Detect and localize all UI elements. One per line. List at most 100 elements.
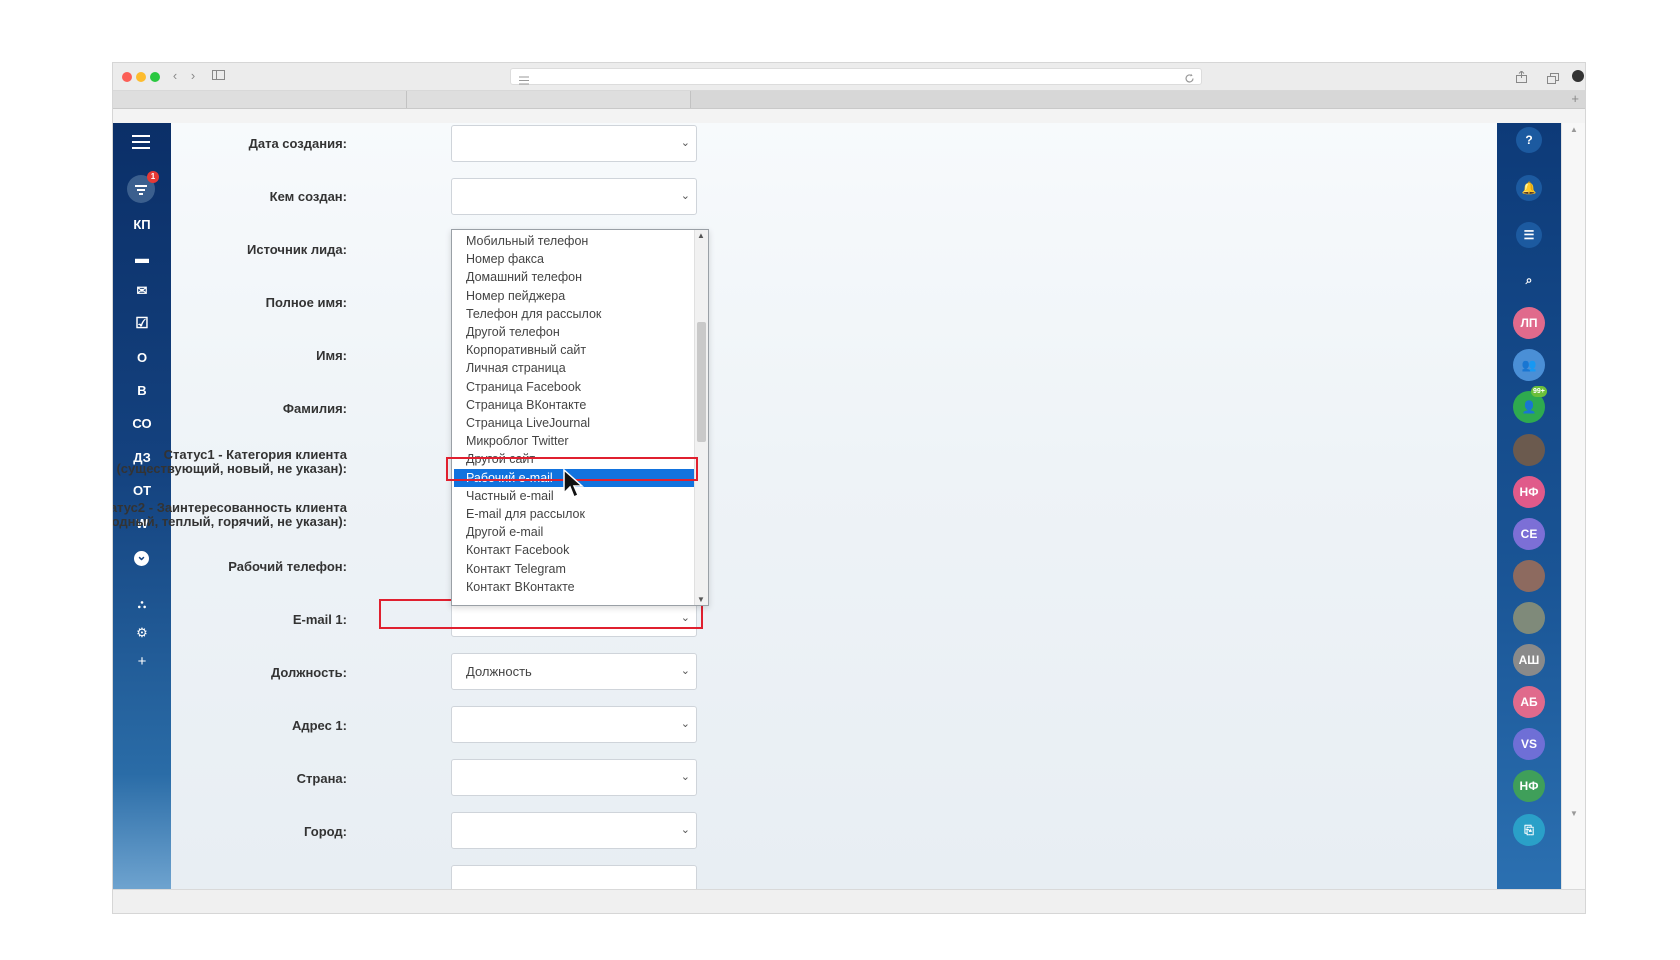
dropdown-option[interactable]: Номер факса xyxy=(454,250,695,268)
dropdown-option[interactable]: Домашний телефон xyxy=(454,268,695,286)
right-sidebar-label: 👤 xyxy=(1521,400,1537,414)
chevron-down-circle-icon[interactable]: ⌄ xyxy=(134,550,149,566)
user-photo-icon[interactable] xyxy=(1513,560,1545,592)
avatar-icon[interactable]: НФ xyxy=(1513,476,1545,508)
dropdown-option[interactable]: Мобильный телефон xyxy=(454,232,695,250)
right-sidebar-label: СЕ xyxy=(1520,527,1538,541)
user-photo-icon[interactable] xyxy=(1513,602,1545,634)
avatar-icon[interactable]: СЕ xyxy=(1513,518,1545,550)
created-date-select[interactable]: ⌄ xyxy=(451,125,697,162)
gear-icon[interactable]: ⚙ xyxy=(113,623,171,643)
dropdown-option[interactable]: Другой телефон xyxy=(454,323,695,341)
sidebar-item-o[interactable]: О xyxy=(113,348,171,368)
dropdown-option[interactable]: Микроблог Twitter xyxy=(454,432,695,450)
created-by-select[interactable]: ⌄ xyxy=(451,178,697,215)
field-label: Должность: xyxy=(270,665,347,680)
tabs-icon[interactable] xyxy=(1547,71,1559,89)
mail-icon[interactable]: ✉ xyxy=(113,281,171,301)
field-label: Город: xyxy=(304,824,347,839)
back-button[interactable]: ‹ xyxy=(169,69,181,83)
select-value: Должность xyxy=(466,664,532,679)
field-label: (существующий, новый, не указан): xyxy=(116,461,347,476)
card-icon[interactable]: ▬ xyxy=(113,248,171,268)
chevron-down-icon: ⌄ xyxy=(680,771,690,783)
chevron-down-icon: ⌄ xyxy=(680,665,690,677)
address-select[interactable]: ⌄ xyxy=(451,706,697,743)
notes-icon[interactable]: ⎘ xyxy=(1513,814,1545,846)
contacts-icon[interactable]: 👤 99+ xyxy=(1513,386,1547,423)
crm-app: 1 КП ▬ ✉ ☑ О В СО ДЗ ОТ W ⌄ ⛬ ⚙ + Дата с… xyxy=(113,123,1585,889)
avatar-icon[interactable]: ЛП xyxy=(1513,307,1545,339)
new-tab-icon[interactable]: + xyxy=(1571,91,1579,106)
dropdown-option[interactable]: Личная страница xyxy=(454,359,695,377)
org-structure-icon[interactable]: ⛬ xyxy=(113,594,171,614)
field-label: Кем создан: xyxy=(269,189,347,204)
field-label: Фамилия: xyxy=(282,401,347,416)
dropdown-scrollbar[interactable]: ▲ ▼ xyxy=(694,230,708,605)
sidebar-item-ot[interactable]: ОТ xyxy=(113,481,171,501)
scroll-down-icon[interactable]: ▼ xyxy=(1570,809,1578,818)
dropdown-option[interactable]: Контакт Telegram xyxy=(454,560,695,578)
filter-icon[interactable]: 1 xyxy=(127,171,159,203)
scroll-up-icon[interactable]: ▲ xyxy=(1570,125,1578,134)
scroll-thumb[interactable] xyxy=(697,322,706,442)
forward-button[interactable]: › xyxy=(187,69,199,83)
sidebar-item-kp[interactable]: КП xyxy=(113,215,171,235)
search-icon[interactable]: ⌕ xyxy=(1513,264,1545,296)
chevron-down-icon: ⌄ xyxy=(680,824,690,836)
dropdown-option[interactable]: Страница Facebook xyxy=(454,378,695,396)
user-photo-icon[interactable] xyxy=(1513,434,1545,466)
city-select[interactable]: ⌄ xyxy=(451,812,697,849)
checkbox-icon[interactable]: ☑ xyxy=(113,314,171,334)
field-label: (холодный, теплый, горячий, не указан): xyxy=(113,514,347,529)
right-sidebar-label: VS xyxy=(1520,737,1537,751)
right-sidebar-label: 🔔 xyxy=(1521,181,1537,195)
menu-icon[interactable] xyxy=(132,135,150,154)
position-select[interactable]: Должность ⌄ xyxy=(451,653,697,690)
count-badge: 99+ xyxy=(1531,386,1547,397)
right-sidebar-label: НФ xyxy=(1519,779,1539,793)
bell-icon[interactable]: 🔔 xyxy=(1516,175,1542,201)
right-sidebar-label: ⌕ xyxy=(1525,273,1533,287)
dropdown-option[interactable]: Контакт Facebook xyxy=(454,541,695,559)
tab-1[interactable] xyxy=(113,91,407,108)
reload-icon[interactable] xyxy=(1184,71,1195,89)
avatar-icon[interactable]: АБ xyxy=(1513,686,1545,718)
right-sidebar: ? 🔔 ☰ ⌕ ЛП 👥 👤 99+ НФ СЕ АШ АБ VS НФ ⎘ xyxy=(1497,123,1561,889)
address-bar[interactable] xyxy=(510,68,1202,85)
help-icon[interactable]: ? xyxy=(1516,127,1542,153)
field-label: Статус2 - Заинтересованность клиента xyxy=(113,500,347,515)
avatar-icon[interactable]: АШ xyxy=(1513,644,1545,676)
dropdown-option[interactable]: Корпоративный сайт xyxy=(454,341,695,359)
minimize-window-button[interactable] xyxy=(136,72,146,82)
avatar-icon[interactable]: VS xyxy=(1513,728,1545,760)
avatar-icon[interactable]: НФ xyxy=(1513,770,1545,802)
dropdown-option[interactable]: Номер пейджера xyxy=(454,287,695,305)
close-window-button[interactable] xyxy=(122,72,132,82)
sidebar-item-so[interactable]: СО xyxy=(113,414,171,434)
dropdown-option[interactable]: Страница LiveJournal xyxy=(454,414,695,432)
dropdown-option[interactable]: E-mail для рассылок xyxy=(454,505,695,523)
dropdown-option[interactable]: Другой e-mail xyxy=(454,523,695,541)
scroll-up-icon[interactable]: ▲ xyxy=(697,231,705,240)
scroll-down-icon[interactable]: ▼ xyxy=(697,595,705,604)
chat-icon[interactable]: ☰ xyxy=(1516,222,1542,248)
maximize-window-button[interactable] xyxy=(150,72,160,82)
chevron-down-icon: ⌄ xyxy=(680,190,690,202)
dropdown-option[interactable]: Страница ВКонтакте xyxy=(454,396,695,414)
page-scrollbar[interactable]: ▲ ▼ xyxy=(1561,123,1585,889)
contact-type-dropdown[interactable]: Мобильный телефон Номер факса Домашний тел… xyxy=(451,229,709,606)
share-icon[interactable] xyxy=(1516,70,1527,88)
dropdown-option[interactable]: Контакт ВКонтакте xyxy=(454,578,695,596)
next-field-select[interactable] xyxy=(451,865,697,889)
reader-icon[interactable] xyxy=(519,72,529,90)
group-chat-icon[interactable]: 👥 xyxy=(1513,349,1545,381)
sidebar-item-v[interactable]: В xyxy=(113,381,171,401)
sidebar-icon[interactable] xyxy=(211,69,225,83)
country-select[interactable]: ⌄ xyxy=(451,759,697,796)
dropdown-option[interactable]: Телефон для рассылок xyxy=(454,305,695,323)
plus-icon[interactable]: + xyxy=(113,652,171,672)
tab-2[interactable] xyxy=(407,91,691,108)
chevron-down-icon: ⌄ xyxy=(680,718,690,730)
account-icon[interactable] xyxy=(1572,70,1584,82)
